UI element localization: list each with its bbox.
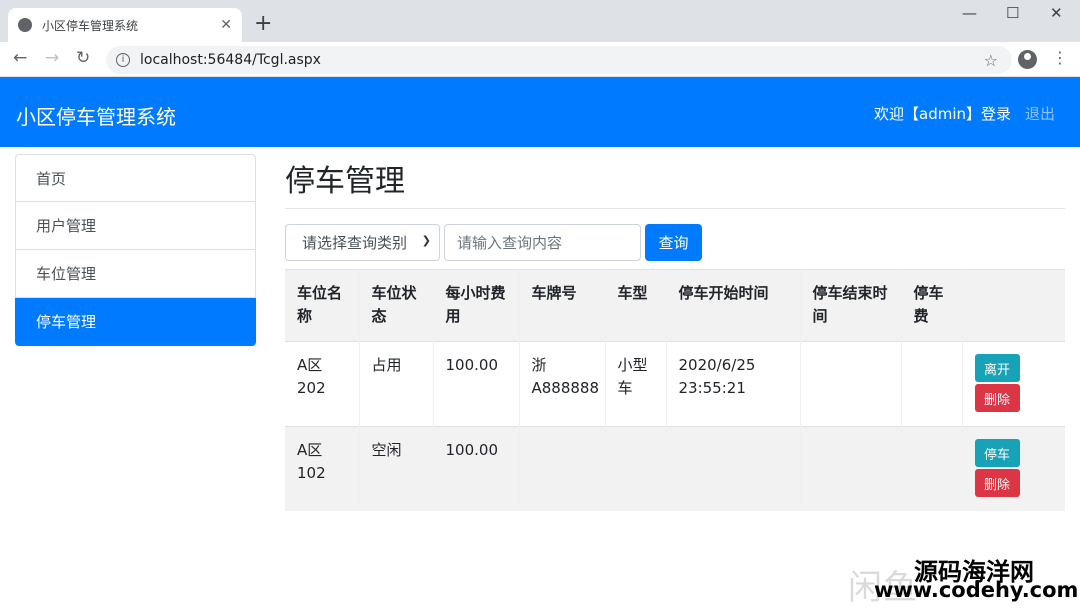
welcome-text: 欢迎【admin】登录: [874, 105, 1012, 123]
menu-dots-icon[interactable]: ⋮: [1052, 48, 1068, 67]
cell-fee: 100.00: [432, 341, 519, 427]
cell-plate: [518, 426, 605, 511]
globe-icon: [18, 18, 32, 32]
table-row: A区102 空闲 100.00 停车 删除: [285, 426, 1065, 511]
col-header-plate: 车牌号: [518, 269, 605, 342]
reload-icon[interactable]: ↻: [76, 48, 90, 68]
delete-button[interactable]: 删除: [974, 469, 1020, 497]
profile-icon[interactable]: [1018, 50, 1037, 69]
col-header-actions: [961, 269, 1065, 342]
cell-plate: 浙A888888: [518, 341, 605, 427]
col-header-end: 停车结束时间: [799, 269, 901, 342]
search-input[interactable]: [444, 224, 641, 261]
sidebar-item-parking[interactable]: 停车管理: [15, 298, 256, 346]
tab-title: 小区停车管理系统: [42, 18, 139, 33]
col-header-start: 停车开始时间: [665, 269, 800, 342]
sidebar-item-home[interactable]: 首页: [15, 154, 256, 202]
cell-actions: 停车 删除: [961, 426, 1065, 511]
cell-start: [665, 426, 800, 511]
new-tab-button[interactable]: +: [254, 10, 272, 38]
cell-name: A区202: [285, 341, 359, 427]
cell-start: 2020/6/25 23:55:21: [665, 341, 800, 427]
browser-tabstrip: 小区停车管理系统 ✕ + — ☐ ✕: [0, 0, 1080, 42]
col-header-cost: 停车费: [900, 269, 962, 342]
cell-name: A区102: [285, 426, 359, 511]
brand-title[interactable]: 小区停车管理系统: [16, 101, 176, 130]
chevron-down-icon: ❯: [421, 234, 431, 247]
watermark: 闲鱼 源码海洋网 www.codehy.com: [848, 548, 1080, 608]
minimize-icon[interactable]: —: [962, 4, 977, 28]
table-header-row: 车位名称 车位状态 每小时费用 车牌号 车型 停车开始时间 停车结束时间 停车费: [285, 269, 1065, 342]
leave-button[interactable]: 离开: [974, 354, 1020, 382]
maximize-icon[interactable]: ☐: [1006, 4, 1019, 28]
page-title: 停车管理: [285, 164, 405, 199]
delete-button[interactable]: 删除: [974, 384, 1020, 412]
forward-icon[interactable]: →: [45, 48, 59, 68]
col-header-fee: 每小时费用: [432, 269, 519, 342]
col-header-name: 车位名称: [285, 269, 359, 342]
url-text[interactable]: localhost:56484/Tcgl.aspx: [140, 52, 984, 68]
search-category-value: 请选择查询类别: [302, 234, 408, 252]
sidebar-item-users[interactable]: 用户管理: [15, 202, 256, 250]
cell-end: [799, 341, 901, 427]
back-icon[interactable]: ←: [13, 48, 27, 68]
bookmark-star-icon[interactable]: ☆: [984, 51, 998, 70]
sidebar-item-spaces[interactable]: 车位管理: [15, 250, 256, 298]
col-header-status: 车位状态: [358, 269, 433, 342]
sidebar: 首页 用户管理 车位管理 停车管理: [15, 154, 256, 346]
cell-type: 小型车: [604, 341, 666, 427]
cell-actions: 离开 删除: [961, 341, 1065, 427]
browser-toolbar: ← → ↻ i localhost:56484/Tcgl.aspx ☆ ⋮: [0, 42, 1080, 77]
park-button[interactable]: 停车: [974, 439, 1020, 467]
title-divider: [285, 208, 1065, 209]
cell-fee: 100.00: [432, 426, 519, 511]
browser-tab[interactable]: 小区停车管理系统 ✕: [8, 8, 242, 42]
cell-cost: [900, 341, 962, 427]
cell-end: [799, 426, 901, 511]
logout-link[interactable]: 退出: [1025, 103, 1055, 124]
address-bar[interactable]: i localhost:56484/Tcgl.aspx ☆: [106, 46, 1012, 74]
watermark-site-url: www.codehy.com: [874, 578, 1079, 602]
cell-cost: [900, 426, 962, 511]
app-header: 小区停车管理系统 欢迎【admin】登录 退出: [0, 77, 1080, 147]
col-header-type: 车型: [604, 269, 666, 342]
cell-status: 占用: [358, 341, 433, 427]
tab-close-icon[interactable]: ✕: [220, 17, 232, 33]
search-button[interactable]: 查询: [645, 224, 702, 261]
search-category-select[interactable]: 请选择查询类别 ❯: [285, 224, 440, 261]
info-icon[interactable]: i: [116, 53, 130, 67]
table-row: A区202 占用 100.00 浙A888888 小型车 2020/6/25 2…: [285, 341, 1065, 427]
cell-type: [604, 426, 666, 511]
window-close-icon[interactable]: ✕: [1050, 4, 1063, 28]
cell-status: 空闲: [358, 426, 433, 511]
parking-table: 车位名称 车位状态 每小时费用 车牌号 车型 停车开始时间 停车结束时间 停车费…: [285, 269, 1065, 511]
